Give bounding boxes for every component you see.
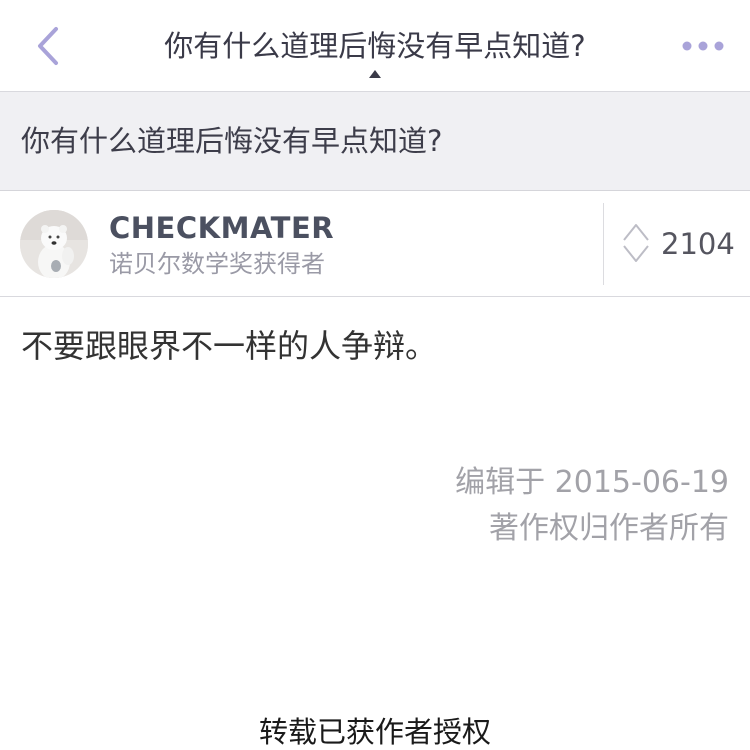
back-button[interactable] xyxy=(28,24,68,68)
author-title: 诺贝尔数学奖获得者 xyxy=(109,250,325,278)
repost-note: 转载已获作者授权 xyxy=(258,715,491,749)
chevron-left-icon xyxy=(38,27,58,65)
nav-title[interactable]: 你有什么道理后悔没有早点知道? xyxy=(110,24,640,68)
author-name[interactable]: CHECKMATER xyxy=(109,210,334,246)
vote-button[interactable] xyxy=(621,221,651,265)
avatar[interactable] xyxy=(20,210,88,278)
divider xyxy=(603,203,604,285)
answer-meta: 编辑于 2015-06-19 著作权归作者所有 xyxy=(455,460,729,552)
polar-bear-avatar xyxy=(20,210,88,278)
vote-arrows-icon xyxy=(623,224,649,262)
more-button[interactable] xyxy=(678,30,728,62)
nav-bar: 你有什么道理后悔没有早点知道? xyxy=(0,0,750,92)
edited-date: 编辑于 2015-06-19 xyxy=(455,465,729,500)
ellipsis-icon xyxy=(682,41,724,51)
copyright-notice: 著作权归作者所有 xyxy=(489,511,729,546)
answer-body: 不要跟眼界不一样的人争辩。 xyxy=(21,327,438,365)
question-title[interactable]: 你有什么道理后悔没有早点知道? xyxy=(21,118,442,164)
vote-count: 2104 xyxy=(661,227,735,261)
author-row: CHECKMATER 诺贝尔数学奖获得者 2104 xyxy=(0,191,750,297)
question-header[interactable]: 你有什么道理后悔没有早点知道? xyxy=(0,92,750,191)
answer-page: 你有什么道理后悔没有早点知道? 你有什么道理后悔没有早点知道? CHECKMAT… xyxy=(0,0,750,750)
caret-up-icon xyxy=(369,70,381,78)
